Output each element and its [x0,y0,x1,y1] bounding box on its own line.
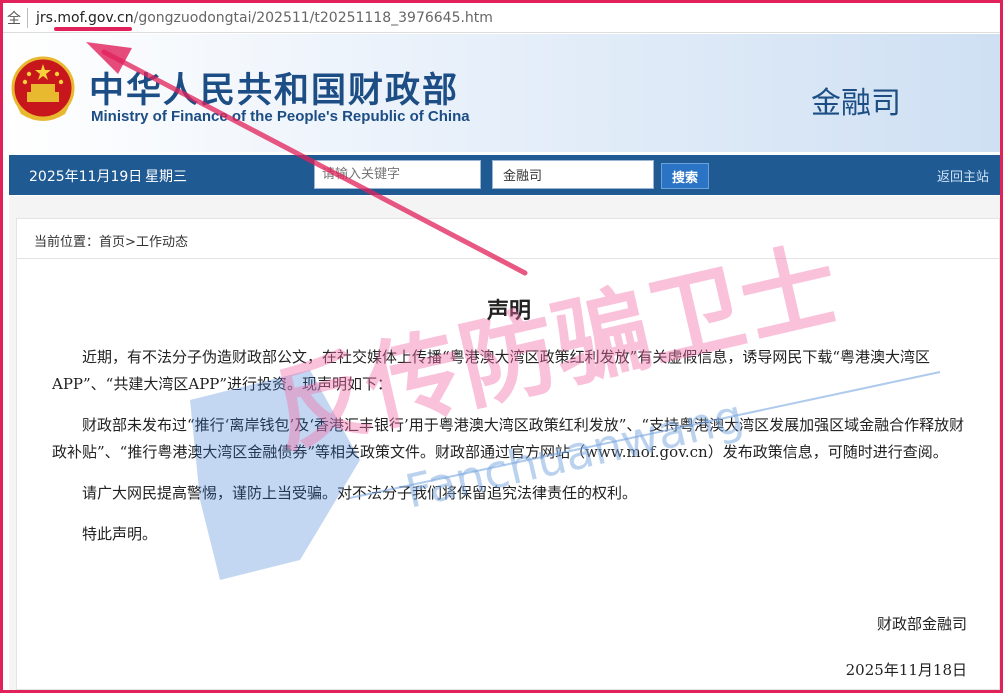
current-date: 2025年11月19日 [29,169,143,185]
breadcrumb-divider [16,258,1000,259]
article-body: 近期，有不法分子伪造财政部公文，在社交媒体上传播“粤港澳大湾区政策红利发放”有关… [52,344,972,562]
nav-bar: 2025年11月19日 星期三 搜索 返回主站 [9,155,1000,195]
site-header: 中华人民共和国财政部 Ministry of Finance of the Pe… [3,34,1000,152]
breadcrumb-separator: > [125,235,136,250]
article-paragraph: 特此声明。 [82,525,158,543]
article-paragraph: 近期，有不法分子伪造财政部公文，在社交媒体上传播“粤港澳大湾区政策红利发放”有关… [52,348,931,393]
url-host[interactable]: jrs.mof.gov.cn [36,10,134,26]
search-button[interactable]: 搜索 [661,163,709,189]
url-path[interactable]: /gongzuodongtai/202511/t20251118_3976645… [134,10,493,26]
url-highlight-underline [54,27,132,31]
breadcrumb-home-link[interactable]: 首页 [99,235,125,250]
article-date: 2025年11月18日 [845,661,967,679]
site-title-en: Ministry of Finance of the People's Repu… [91,108,470,125]
article-paragraph: 请广大网民提高警惕，谨防上当受骗。对不法分子我们将保留追究法律责任的权利。 [82,484,638,502]
article-title: 声明 [486,299,531,324]
breadcrumb-label: 当前位置： [34,235,100,250]
breadcrumb-section-link[interactable]: 工作动态 [136,235,188,250]
article-signature: 财政部金融司 [876,615,967,633]
site-title-cn: 中华人民共和国财政部 [89,71,460,111]
national-emblem-icon [11,56,75,121]
search-scope-field[interactable] [492,160,654,189]
current-weekday: 星期三 [145,169,187,185]
search-input[interactable] [314,160,481,189]
breadcrumb: 当前位置：首页>工作动态 [34,231,188,250]
article-paragraph: 财政部未发布过“推行‘离岸钱包’及‘香港汇丰银行’用于粤港澳大湾区政策红利发放”… [52,416,965,461]
address-bar[interactable]: 全 jrs.mof.gov.cn/gongzuodongtai/202511/t… [3,3,1000,33]
address-bar-prefix: 全 [3,7,28,28]
return-home-link[interactable]: 返回主站 [937,166,989,185]
department-title: 金融司 [811,86,901,121]
